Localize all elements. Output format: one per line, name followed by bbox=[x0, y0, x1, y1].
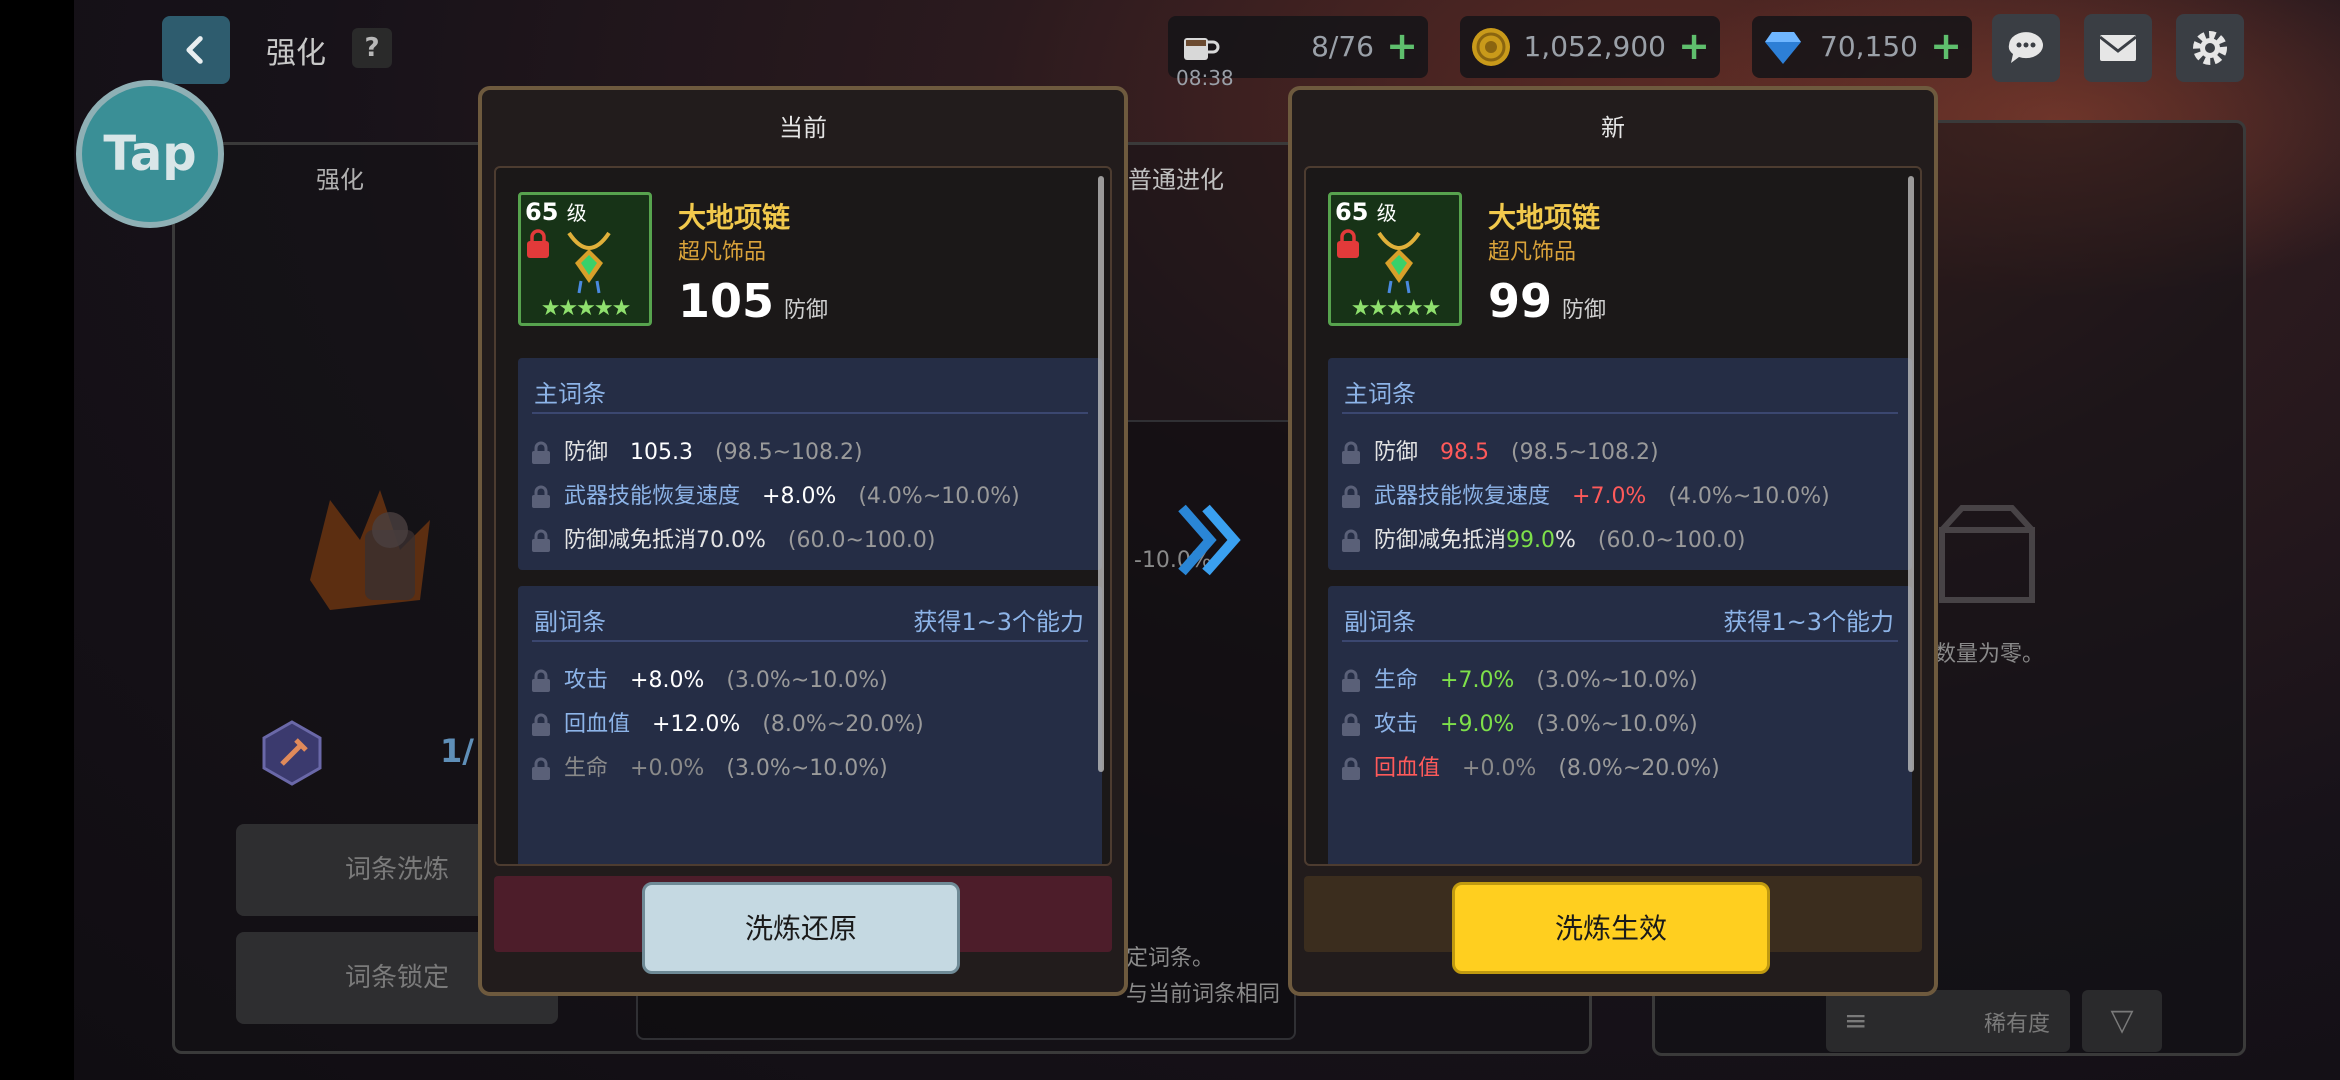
help-button[interactable]: ? bbox=[352, 28, 392, 68]
lock-icon[interactable] bbox=[1340, 529, 1362, 553]
gem-counter: 70,150 + bbox=[1752, 16, 1972, 78]
current-card-body: 65 级 ★★★★★ 大地项链 超凡饰品 105 防御 主词条 防御 105.3 (9… bbox=[494, 166, 1112, 866]
scrollbar[interactable] bbox=[1908, 176, 1914, 772]
sub-option-row: 攻击 +8.0% (3.0%~10.0%) bbox=[530, 662, 888, 698]
current-options-card: 当前 65 级 ★★★★★ 大地项链 超凡饰品 105 防御 主词条 防御 105.… bbox=[478, 86, 1128, 996]
main-option-row: 防御 98.5 (98.5~108.2) bbox=[1340, 434, 1659, 470]
item-power: 99 防御 bbox=[1488, 274, 1607, 328]
item-stars: ★★★★★ bbox=[1350, 296, 1442, 321]
sort-dropdown[interactable]: ≡ 稀有度 bbox=[1826, 990, 2070, 1052]
settings-button[interactable] bbox=[2176, 14, 2244, 82]
lock-icon[interactable] bbox=[1340, 713, 1362, 737]
coffee-icon bbox=[1184, 38, 1220, 60]
material-stone-icon bbox=[262, 720, 322, 786]
sort-label: 稀有度 bbox=[1983, 1012, 2050, 1037]
diamond-icon bbox=[1765, 32, 1801, 64]
sub-option-row: 回血值 +12.0% (8.0%~20.0%) bbox=[530, 706, 924, 742]
item-stars: ★★★★★ bbox=[540, 296, 632, 321]
item-name: 大地项链 bbox=[1488, 201, 1601, 234]
lock-icon[interactable] bbox=[1340, 757, 1362, 781]
hint-line-1: 定词条。 bbox=[1126, 946, 1215, 971]
empty-box-icon bbox=[1939, 505, 2035, 603]
new-card-title: 新 bbox=[1601, 114, 1625, 142]
mail-button[interactable] bbox=[2084, 14, 2152, 82]
back-arrow-icon bbox=[186, 36, 203, 64]
sub-options: 副词条 获得1~3个能力 生命 +7.0% (3.0%~10.0%) 攻击 +9.0%… bbox=[1328, 586, 1912, 864]
sub-options-note: 获得1~3个能力 bbox=[1723, 608, 1894, 636]
tab-enhance[interactable]: 强化 bbox=[200, 150, 480, 210]
stamina-value: 8/76 bbox=[1311, 30, 1374, 63]
gold-coin-icon bbox=[1472, 28, 1510, 66]
add-gold-button[interactable]: + bbox=[1678, 24, 1710, 68]
lock-icon[interactable] bbox=[1340, 441, 1362, 465]
item-grade: 超凡饰品 bbox=[678, 240, 767, 265]
main-options-title: 主词条 bbox=[534, 380, 606, 408]
sub-option-row: 回血值 +0.0% (8.0%~20.0%) bbox=[1340, 750, 1720, 786]
lock-icon[interactable] bbox=[530, 713, 552, 737]
item-icon: 65 级 ★★★★★ bbox=[518, 192, 652, 326]
gear-icon bbox=[2193, 31, 2227, 65]
menu-lines-icon: ≡ bbox=[1844, 1004, 1868, 1037]
sub-options-note: 获得1~3个能力 bbox=[913, 608, 1084, 636]
gold-counter: 1,052,900 + bbox=[1460, 16, 1720, 78]
main-option-row: 防御 105.3 (98.5~108.2) bbox=[530, 434, 863, 470]
necklace-icon bbox=[1377, 231, 1421, 294]
stamina-timer: 08:38 bbox=[1176, 66, 1234, 90]
sub-option-row: 生命 +0.0% (3.0%~10.0%) bbox=[530, 750, 888, 786]
restore-button[interactable]: 洗炼还原 bbox=[642, 882, 960, 974]
hero-sprite bbox=[310, 490, 430, 610]
chat-button[interactable] bbox=[1992, 14, 2060, 82]
page-title: 强化 bbox=[266, 36, 326, 71]
sub-options-title: 副词条 bbox=[1344, 608, 1416, 636]
mail-icon bbox=[2099, 35, 2137, 61]
item-grade: 超凡饰品 bbox=[1488, 240, 1577, 265]
sub-option-row: 生命 +7.0% (3.0%~10.0%) bbox=[1340, 662, 1698, 698]
item-level: 65 级 bbox=[1335, 198, 1397, 226]
current-card-title: 当前 bbox=[779, 114, 827, 142]
empty-inventory-text: 数量为零。 bbox=[1934, 642, 2045, 667]
sub-options: 副词条 获得1~3个能力 攻击 +8.0% (3.0%~10.0%) 回血值 +12.… bbox=[518, 586, 1102, 864]
main-options-title: 主词条 bbox=[1344, 380, 1416, 408]
lock-icon[interactable] bbox=[1340, 669, 1362, 693]
main-option-row: 防御减免抵消70.0% (60.0~100.0) bbox=[530, 522, 935, 558]
gem-value: 70,150 bbox=[1820, 30, 1918, 63]
item-icon: 65 级 ★★★★★ bbox=[1328, 192, 1462, 326]
tap-indicator: Tap bbox=[76, 80, 224, 228]
lock-icon[interactable] bbox=[1340, 485, 1362, 509]
hint-line-2: 与当前词条相同 bbox=[1126, 982, 1281, 1007]
material-count: 1/ bbox=[440, 732, 474, 770]
lock-icon bbox=[527, 229, 549, 258]
gold-value: 1,052,900 bbox=[1523, 30, 1666, 63]
main-option-row: 武器技能恢复速度 +8.0% (4.0%~10.0%) bbox=[530, 478, 1020, 514]
sort-direction-button[interactable]: ▽ bbox=[2082, 990, 2162, 1052]
lock-icon[interactable] bbox=[530, 441, 552, 465]
lock-icon bbox=[1337, 229, 1359, 258]
lock-icon[interactable] bbox=[530, 529, 552, 553]
new-card-body: 65 级 ★★★★★ 大地项链 超凡饰品 99 防御 主词条 防御 98.5 (98.… bbox=[1304, 166, 1922, 866]
double-chevron-right-icon bbox=[1178, 504, 1241, 576]
main-option-row: 武器技能恢复速度 +7.0% (4.0%~10.0%) bbox=[1340, 478, 1830, 514]
lock-icon[interactable] bbox=[530, 669, 552, 693]
main-options: 主词条 防御 105.3 (98.5~108.2) 武器技能恢复速度 +8.0% (4.… bbox=[518, 358, 1102, 570]
add-stamina-button[interactable]: + bbox=[1386, 24, 1418, 68]
item-name: 大地项链 bbox=[678, 201, 791, 234]
item-power: 105 防御 bbox=[678, 274, 829, 328]
necklace-icon bbox=[567, 231, 611, 294]
lock-icon[interactable] bbox=[530, 757, 552, 781]
scrollbar[interactable] bbox=[1098, 176, 1104, 772]
sub-option-row: 攻击 +9.0% (3.0%~10.0%) bbox=[1340, 706, 1698, 742]
lock-icon[interactable] bbox=[530, 485, 552, 509]
main-options: 主词条 防御 98.5 (98.5~108.2) 武器技能恢复速度 +7.0% (4.0… bbox=[1328, 358, 1912, 570]
new-options-card: 新 65 级 ★★★★★ 大地项链 超凡饰品 99 防御 主词条 防御 98.5 (9… bbox=[1288, 86, 1938, 996]
item-level: 65 级 bbox=[525, 198, 587, 226]
sub-options-title: 副词条 bbox=[534, 608, 606, 636]
back-button[interactable] bbox=[162, 16, 230, 84]
main-option-row: 防御减免抵消99.0% (60.0~100.0) bbox=[1340, 522, 1745, 558]
apply-button[interactable]: 洗炼生效 bbox=[1452, 882, 1770, 974]
add-gem-button[interactable]: + bbox=[1930, 24, 1962, 68]
chat-icon bbox=[2008, 32, 2043, 63]
